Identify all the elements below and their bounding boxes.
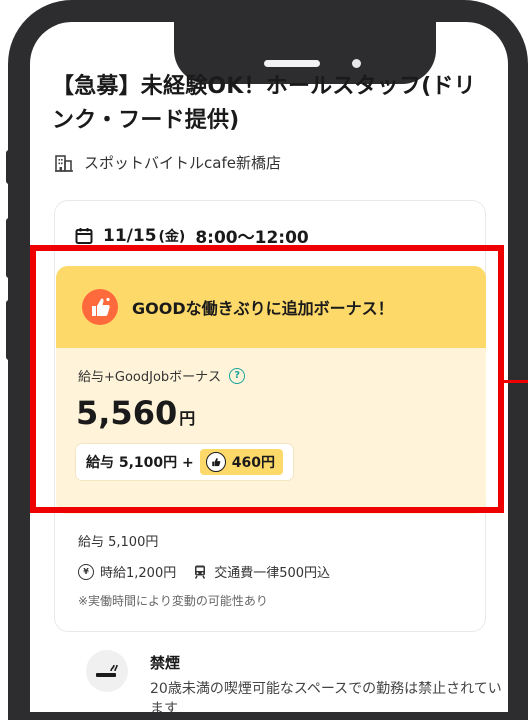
smoking-section: 禁煙 20歳未満の喫煙可能なスペースでの勤務は禁止されています [86,650,508,712]
phone-side-button [6,300,12,360]
smoking-title: 禁煙 [150,654,181,672]
salary-line: 給与 5,100円 [78,535,159,550]
yen-coin-icon: ¥ [78,563,94,580]
smoking-description: 20歳未満の喫煙可能なスペースでの勤務は禁止されています [150,681,502,712]
highlight-connector [504,380,528,383]
pay-note: ※実働時間により変動の可能性あり [78,594,268,608]
store-row[interactable]: スポットバイトルcafe新橋店 [54,152,281,173]
calendar-icon [75,227,93,244]
shift-date: 11/15 [103,225,157,246]
transport-fee: 交通費一律500円込 [214,566,331,581]
highlight-frame [30,245,504,513]
hourly-wage: 時給1,200円 [100,566,177,581]
pay-details-row: ¥ 時給1,200円 交通費一律500円込 [78,562,330,581]
smoking-icon [86,650,128,692]
train-icon [195,565,206,579]
shift-weekday: (金) [158,228,186,245]
phone-side-button [6,218,12,278]
store-name: スポットバイトルcafe新橋店 [84,154,281,172]
building-icon [55,154,73,172]
front-camera [352,59,361,68]
speaker-grille [264,60,320,67]
phone-side-button [6,150,12,184]
job-title: 【急募】未経験OK！ホールスタッフ(ドリンク・フード提供) [52,74,476,133]
